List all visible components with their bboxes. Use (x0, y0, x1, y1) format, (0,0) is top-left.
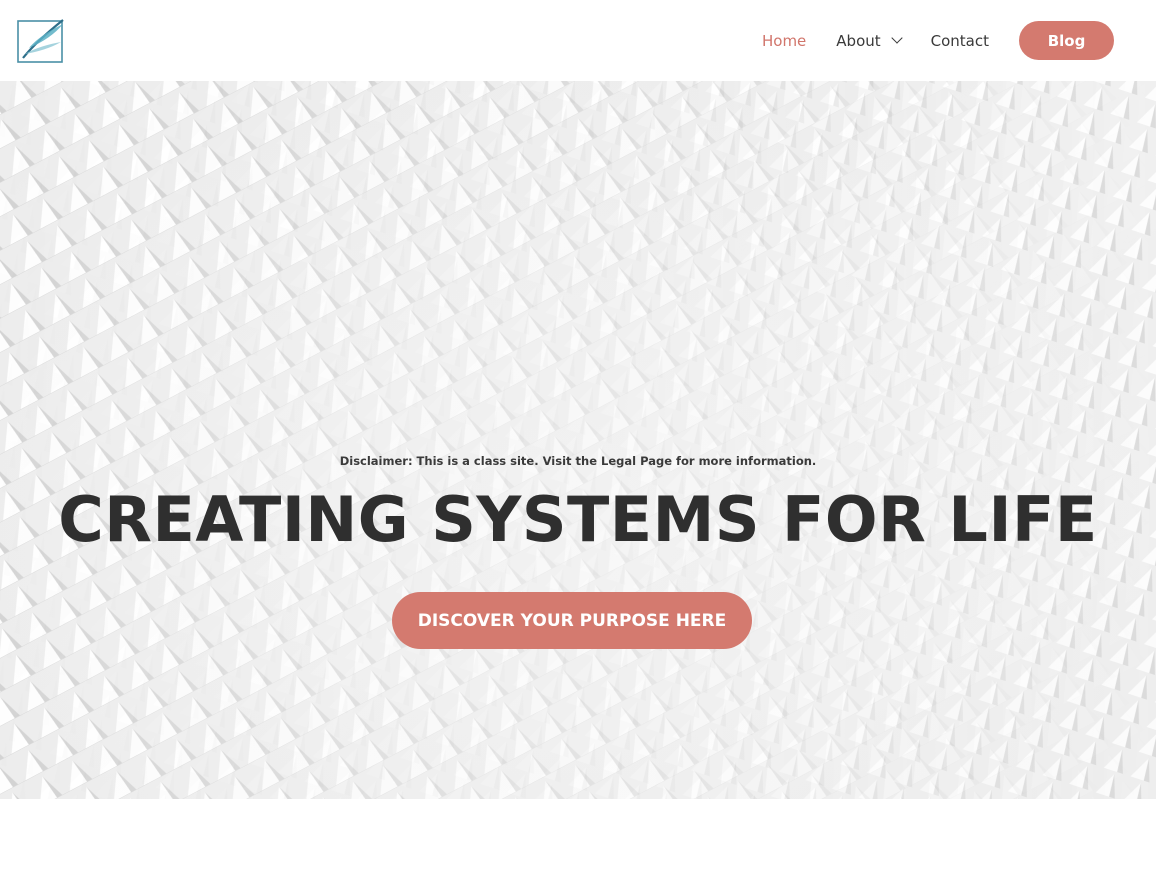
blog-button-label: Blog (1047, 31, 1086, 50)
nav-home-label: Home (761, 31, 807, 50)
discover-purpose-button[interactable]: DISCOVER YOUR PURPOSE HERE (392, 592, 752, 649)
hero-content: Disclaimer: This is a class site. Visit … (0, 81, 1156, 799)
disclaimer-text: Disclaimer: This is a class site. Visit … (339, 454, 817, 468)
chevron-down-icon[interactable] (890, 32, 903, 44)
primary-nav: Home About Contact Blog (732, 0, 1114, 81)
nav-about-label: About (836, 31, 881, 50)
cta-button-label: DISCOVER YOUR PURPOSE HERE (417, 610, 727, 631)
blog-button[interactable]: Blog (1019, 21, 1114, 60)
nav-contact-label: Contact (930, 31, 989, 50)
nav-home[interactable]: Home (762, 32, 806, 50)
nav-contact[interactable]: Contact (931, 32, 989, 50)
feather-quill-logo[interactable] (17, 18, 65, 64)
hero-section: Disclaimer: This is a class site. Visit … (0, 81, 1156, 799)
hero-title: CREATING SYSTEMS FOR LIFE (58, 483, 1098, 556)
nav-about[interactable]: About (836, 31, 903, 50)
site-header: Home About Contact Blog (0, 0, 1156, 81)
